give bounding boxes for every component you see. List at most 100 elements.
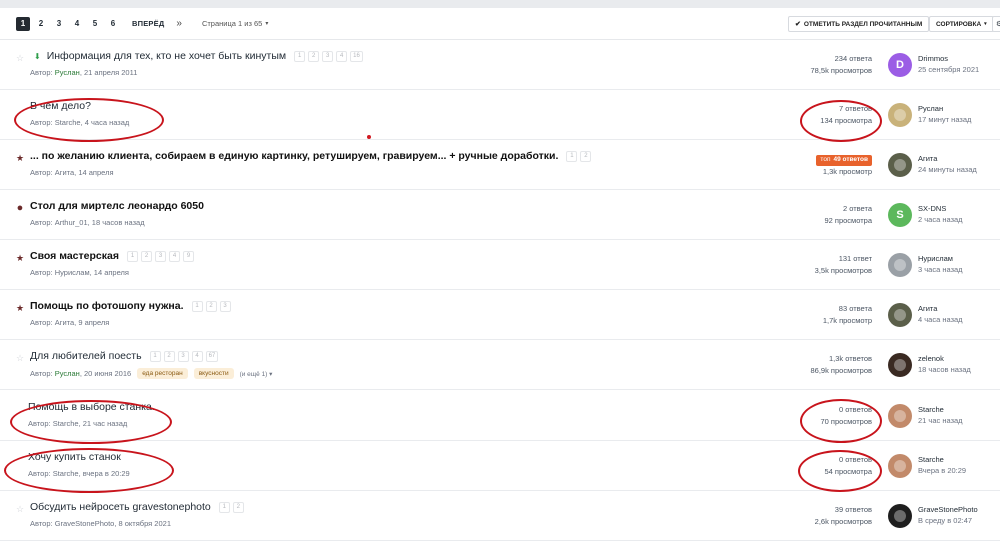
avatar[interactable] bbox=[888, 454, 912, 478]
avatar[interactable]: S bbox=[888, 203, 912, 227]
last-post-time-link[interactable]: 17 минут назад bbox=[918, 114, 971, 125]
topic-title-link[interactable]: Для любителей поесть bbox=[30, 350, 142, 362]
topic-row[interactable]: ☆ ⬇ Информация для тех, кто не хочет быть … bbox=[0, 40, 1000, 90]
topic-title-link[interactable]: ... по желанию клиента, собираем в едину… bbox=[30, 150, 558, 162]
topic-title-link[interactable]: Хочу купить станок bbox=[28, 451, 121, 463]
last-poster-link[interactable]: Starche bbox=[918, 454, 966, 465]
topic-page-link[interactable]: 3 bbox=[177, 350, 189, 362]
last-poster-link[interactable]: SX-DNS bbox=[918, 203, 963, 214]
avatar[interactable] bbox=[888, 103, 912, 127]
topic-page-link[interactable]: 2 bbox=[205, 300, 217, 312]
topic-page-link[interactable]: 2 bbox=[163, 350, 175, 362]
star-icon[interactable]: ☆ bbox=[15, 353, 25, 363]
avatar[interactable] bbox=[888, 353, 912, 377]
topic-title-link[interactable]: Обсудить нейросеть gravestonephoto bbox=[30, 501, 211, 513]
last-poster-link[interactable]: Руслан bbox=[918, 103, 971, 114]
page-4-button[interactable]: 4 bbox=[70, 17, 84, 31]
topic-title-link[interactable]: В чём дело? bbox=[30, 100, 91, 112]
last-post-time-link[interactable]: 25 сентября 2021 bbox=[918, 64, 979, 75]
topic-row[interactable]: Помощь в выборе станка. Автор: Starche, 2… bbox=[0, 391, 1000, 441]
star-icon[interactable]: ★ bbox=[15, 303, 25, 313]
topic-row[interactable]: ★ Помощь по фотошопу нужна. 1 2 3 Автор: Агит… bbox=[0, 290, 1000, 340]
last-page-button[interactable]: » bbox=[176, 18, 182, 29]
topic-page-link[interactable]: 16 bbox=[350, 50, 363, 62]
more-tags-link[interactable]: (и ещё 1) ▾ bbox=[240, 370, 273, 378]
page-1-button[interactable]: 1 bbox=[16, 16, 30, 31]
topic-page-link[interactable]: 1 bbox=[294, 50, 306, 62]
topic-tag[interactable]: вкусности bbox=[193, 368, 234, 379]
topic-row[interactable]: ★ ... по желанию клиента, собираем в един… bbox=[0, 140, 1000, 190]
topic-page-link[interactable]: 1 bbox=[149, 350, 161, 362]
topic-title-link[interactable]: Своя мастерская bbox=[30, 250, 119, 262]
last-poster-link[interactable]: Нурислам bbox=[918, 253, 963, 264]
last-post-time-link[interactable]: 21 час назад bbox=[918, 415, 963, 426]
last-post-time-link[interactable]: Вчера в 20:29 bbox=[918, 465, 966, 476]
topic-tag[interactable]: еда ресторан bbox=[137, 368, 188, 379]
avatar[interactable] bbox=[888, 504, 912, 528]
topic-page-link[interactable]: 2 bbox=[140, 250, 152, 262]
author-link[interactable]: Руслан bbox=[55, 369, 80, 378]
last-post-time-link[interactable]: 4 часа назад bbox=[918, 314, 963, 325]
topic-page-link[interactable]: 67 bbox=[205, 350, 219, 362]
topic-page-link[interactable]: 3 bbox=[219, 300, 231, 312]
topic-page-link[interactable]: 4 bbox=[191, 350, 203, 362]
topic-title-link[interactable]: Помощь по фотошопу нужна. bbox=[30, 300, 184, 312]
avatar[interactable] bbox=[888, 303, 912, 327]
last-poster-link[interactable]: GraveStonePhoto bbox=[918, 504, 978, 515]
star-icon[interactable]: ★ bbox=[15, 153, 25, 163]
author-link[interactable]: Руслан bbox=[55, 68, 80, 77]
topic-title-link[interactable]: Стол для миртелс леонардо 6050 bbox=[30, 200, 204, 212]
star-icon[interactable]: ☆ bbox=[15, 504, 25, 514]
topic-title-link[interactable]: Помощь в выборе станка. bbox=[28, 401, 155, 413]
page-6-button[interactable]: 6 bbox=[106, 17, 120, 31]
topic-page-link[interactable]: 1 bbox=[191, 300, 203, 312]
avatar[interactable] bbox=[888, 404, 912, 428]
avatar[interactable] bbox=[888, 153, 912, 177]
author-link[interactable]: Arthur_01 bbox=[55, 218, 88, 227]
author-link[interactable]: Starche bbox=[53, 419, 79, 428]
last-poster-link[interactable]: Агита bbox=[918, 153, 977, 164]
topic-page-link[interactable]: 2 bbox=[308, 50, 320, 62]
last-poster-link[interactable]: Starche bbox=[918, 404, 963, 415]
topic-row[interactable]: ☆ Обсудить нейросеть gravestonephoto 1 2 Авт… bbox=[0, 491, 1000, 541]
topic-title-link[interactable]: Информация для тех, кто не хочет быть ки… bbox=[47, 50, 286, 62]
topic-page-link[interactable]: 2 bbox=[580, 150, 592, 162]
topic-row[interactable]: ☆ Для любителей поесть 1 2 3 4 67 Автор: Руслан… bbox=[0, 340, 1000, 390]
topic-page-link[interactable]: 4 bbox=[168, 250, 180, 262]
sort-button[interactable]: СОРТИРОВКА ▾ bbox=[929, 16, 994, 32]
unread-dot-icon[interactable]: ● bbox=[15, 203, 25, 214]
topic-row[interactable]: ★ Своя мастерская 1 2 3 4 9 Автор: Нурислам, 14… bbox=[0, 240, 1000, 290]
topic-row[interactable]: В чём дело? Автор: Starche, 4 часа назад 7… bbox=[0, 90, 1000, 140]
page-2-button[interactable]: 2 bbox=[34, 17, 48, 31]
topic-page-link[interactable]: 4 bbox=[336, 50, 348, 62]
author-link[interactable]: Агита bbox=[55, 168, 74, 177]
topic-page-link[interactable]: 3 bbox=[322, 50, 334, 62]
last-post-time-link[interactable]: 3 часа назад bbox=[918, 264, 963, 275]
star-icon[interactable]: ☆ bbox=[15, 53, 25, 63]
page-jump-dropdown[interactable]: Страница 1 из 65 ▾ bbox=[202, 19, 268, 28]
mark-section-read-button[interactable]: ✔ ОТМЕТИТЬ РАЗДЕЛ ПРОЧИТАННЫМ bbox=[788, 16, 930, 32]
topic-row[interactable]: Хочу купить станок Автор: Starche, вчера … bbox=[0, 441, 1000, 491]
author-link[interactable]: Нурислам bbox=[55, 268, 90, 277]
last-post-time-link[interactable]: 2 часа назад bbox=[918, 214, 963, 225]
topic-row[interactable]: ● Стол для миртелс леонардо 6050 Автор: Ar… bbox=[0, 190, 1000, 240]
page-3-button[interactable]: 3 bbox=[52, 17, 66, 31]
topic-page-link[interactable]: 1 bbox=[218, 501, 230, 513]
avatar[interactable] bbox=[888, 253, 912, 277]
star-icon[interactable]: ★ bbox=[15, 253, 25, 263]
author-link[interactable]: Агита bbox=[55, 318, 74, 327]
last-post-time-link[interactable]: В среду в 02:47 bbox=[918, 515, 978, 526]
last-poster-link[interactable]: zelenok bbox=[918, 353, 971, 364]
filter-button[interactable]: ⚙ bbox=[992, 16, 1000, 32]
author-link[interactable]: GraveStonePhoto bbox=[55, 519, 115, 528]
topic-page-link[interactable]: 1 bbox=[126, 250, 138, 262]
topic-page-link[interactable]: 2 bbox=[232, 501, 244, 513]
page-5-button[interactable]: 5 bbox=[88, 17, 102, 31]
topic-page-link[interactable]: 3 bbox=[154, 250, 166, 262]
last-post-time-link[interactable]: 18 часов назад bbox=[918, 364, 971, 375]
next-page-button[interactable]: ВПЕРЁД bbox=[132, 19, 164, 28]
topic-page-link[interactable]: 9 bbox=[182, 250, 194, 262]
last-poster-link[interactable]: Drimmos bbox=[918, 53, 979, 64]
author-link[interactable]: Starche bbox=[55, 118, 81, 127]
topic-page-link[interactable]: 1 bbox=[566, 150, 578, 162]
